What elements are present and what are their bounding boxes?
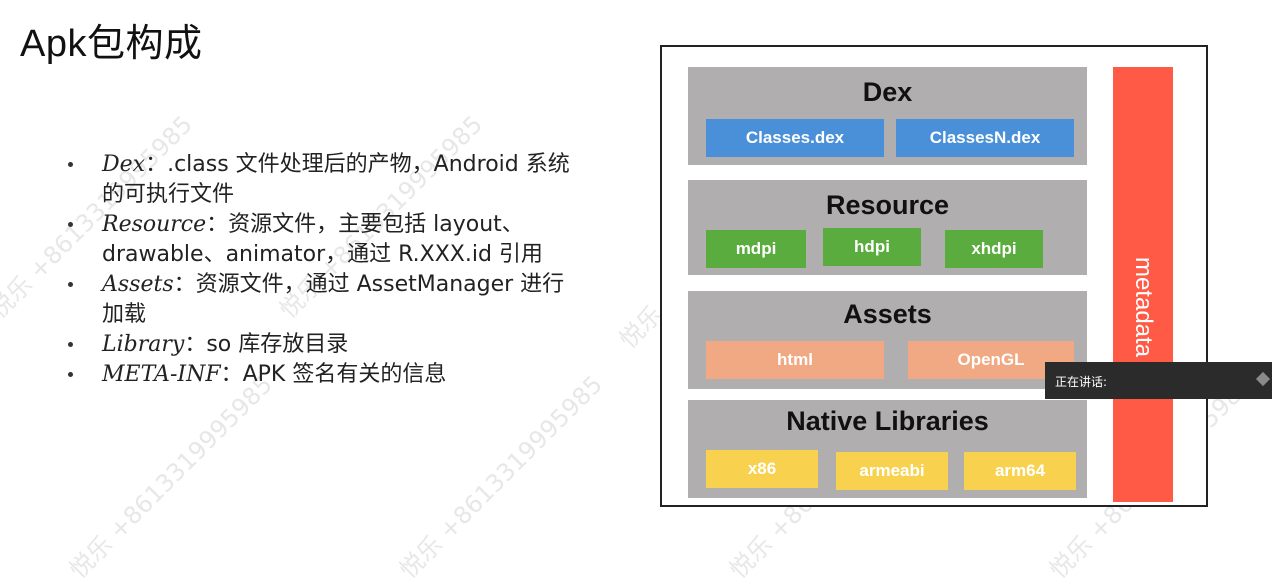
metadata-label: metadata	[1130, 256, 1157, 358]
bullet-dot-icon	[68, 282, 73, 287]
expand-icon[interactable]	[1255, 371, 1271, 387]
native-libraries-block-title: Native Libraries	[786, 406, 989, 436]
speaking-label: 正在讲话:	[1055, 375, 1108, 389]
dex-chip-classesn: ClassesN.dex	[896, 119, 1074, 157]
bullet-desc: ：so 库存放目录	[184, 332, 349, 357]
dex-block-title: Dex	[862, 77, 913, 107]
dex-block: Dex Classes.dex ClassesN.dex	[688, 67, 1087, 165]
native-libraries-block: Native Libraries x86 armeabi arm64	[688, 400, 1087, 498]
bullet-item: Library：so 库存放目录	[66, 330, 586, 360]
native-chip-x86: x86	[706, 450, 818, 488]
watermark: 悦乐 +8613319995985	[394, 370, 608, 585]
bullet-term: Assets	[102, 272, 174, 297]
bullet-item: Assets：资源文件，通过 AssetManager 进行加载	[66, 270, 586, 330]
dex-chip-classes: Classes.dex	[706, 119, 884, 157]
bullet-term: Library	[102, 332, 185, 357]
resource-chip-hdpi: hdpi	[823, 228, 921, 266]
native-chip-arm64: arm64	[964, 452, 1076, 490]
bullet-term: META-INF	[102, 362, 221, 387]
bullet-list: Dex：.class 文件处理后的产物，Android 系统的可执行文件 Res…	[66, 150, 586, 390]
native-chip-armeabi: armeabi	[836, 452, 948, 490]
resource-block: Resource mdpi hdpi xhdpi	[688, 180, 1087, 275]
slide-title: Apk包构成	[20, 23, 203, 65]
assets-block: Assets html OpenGL	[688, 291, 1087, 389]
bullet-dot-icon	[68, 342, 73, 347]
bullet-desc: ：.class 文件处理后的产物，Android 系统的可执行文件	[102, 152, 570, 207]
bullet-term: Dex	[102, 152, 146, 177]
bullet-item: Resource：资源文件，主要包括 layout、drawable、anima…	[66, 210, 586, 270]
resource-block-title: Resource	[825, 190, 950, 220]
bullet-term: Resource	[102, 212, 207, 237]
apk-structure-diagram: Dex Classes.dex ClassesN.dex Resource md…	[660, 45, 1208, 507]
resource-chip-xhdpi: xhdpi	[945, 230, 1043, 268]
assets-block-title: Assets	[843, 299, 932, 329]
watermark: 悦乐 +8613319995985	[64, 370, 278, 585]
bullet-dot-icon	[68, 372, 73, 377]
speaking-indicator[interactable]: 正在讲话:	[1045, 362, 1272, 399]
bullet-item: META-INF：APK 签名有关的信息	[66, 360, 586, 390]
metadata-bar: metadata	[1113, 67, 1173, 502]
assets-chip-html: html	[706, 341, 884, 379]
bullet-item: Dex：.class 文件处理后的产物，Android 系统的可执行文件	[66, 150, 586, 210]
resource-chip-mdpi: mdpi	[706, 230, 806, 268]
bullet-dot-icon	[68, 222, 73, 227]
bullet-dot-icon	[68, 162, 73, 167]
bullet-desc: ：APK 签名有关的信息	[220, 362, 447, 387]
